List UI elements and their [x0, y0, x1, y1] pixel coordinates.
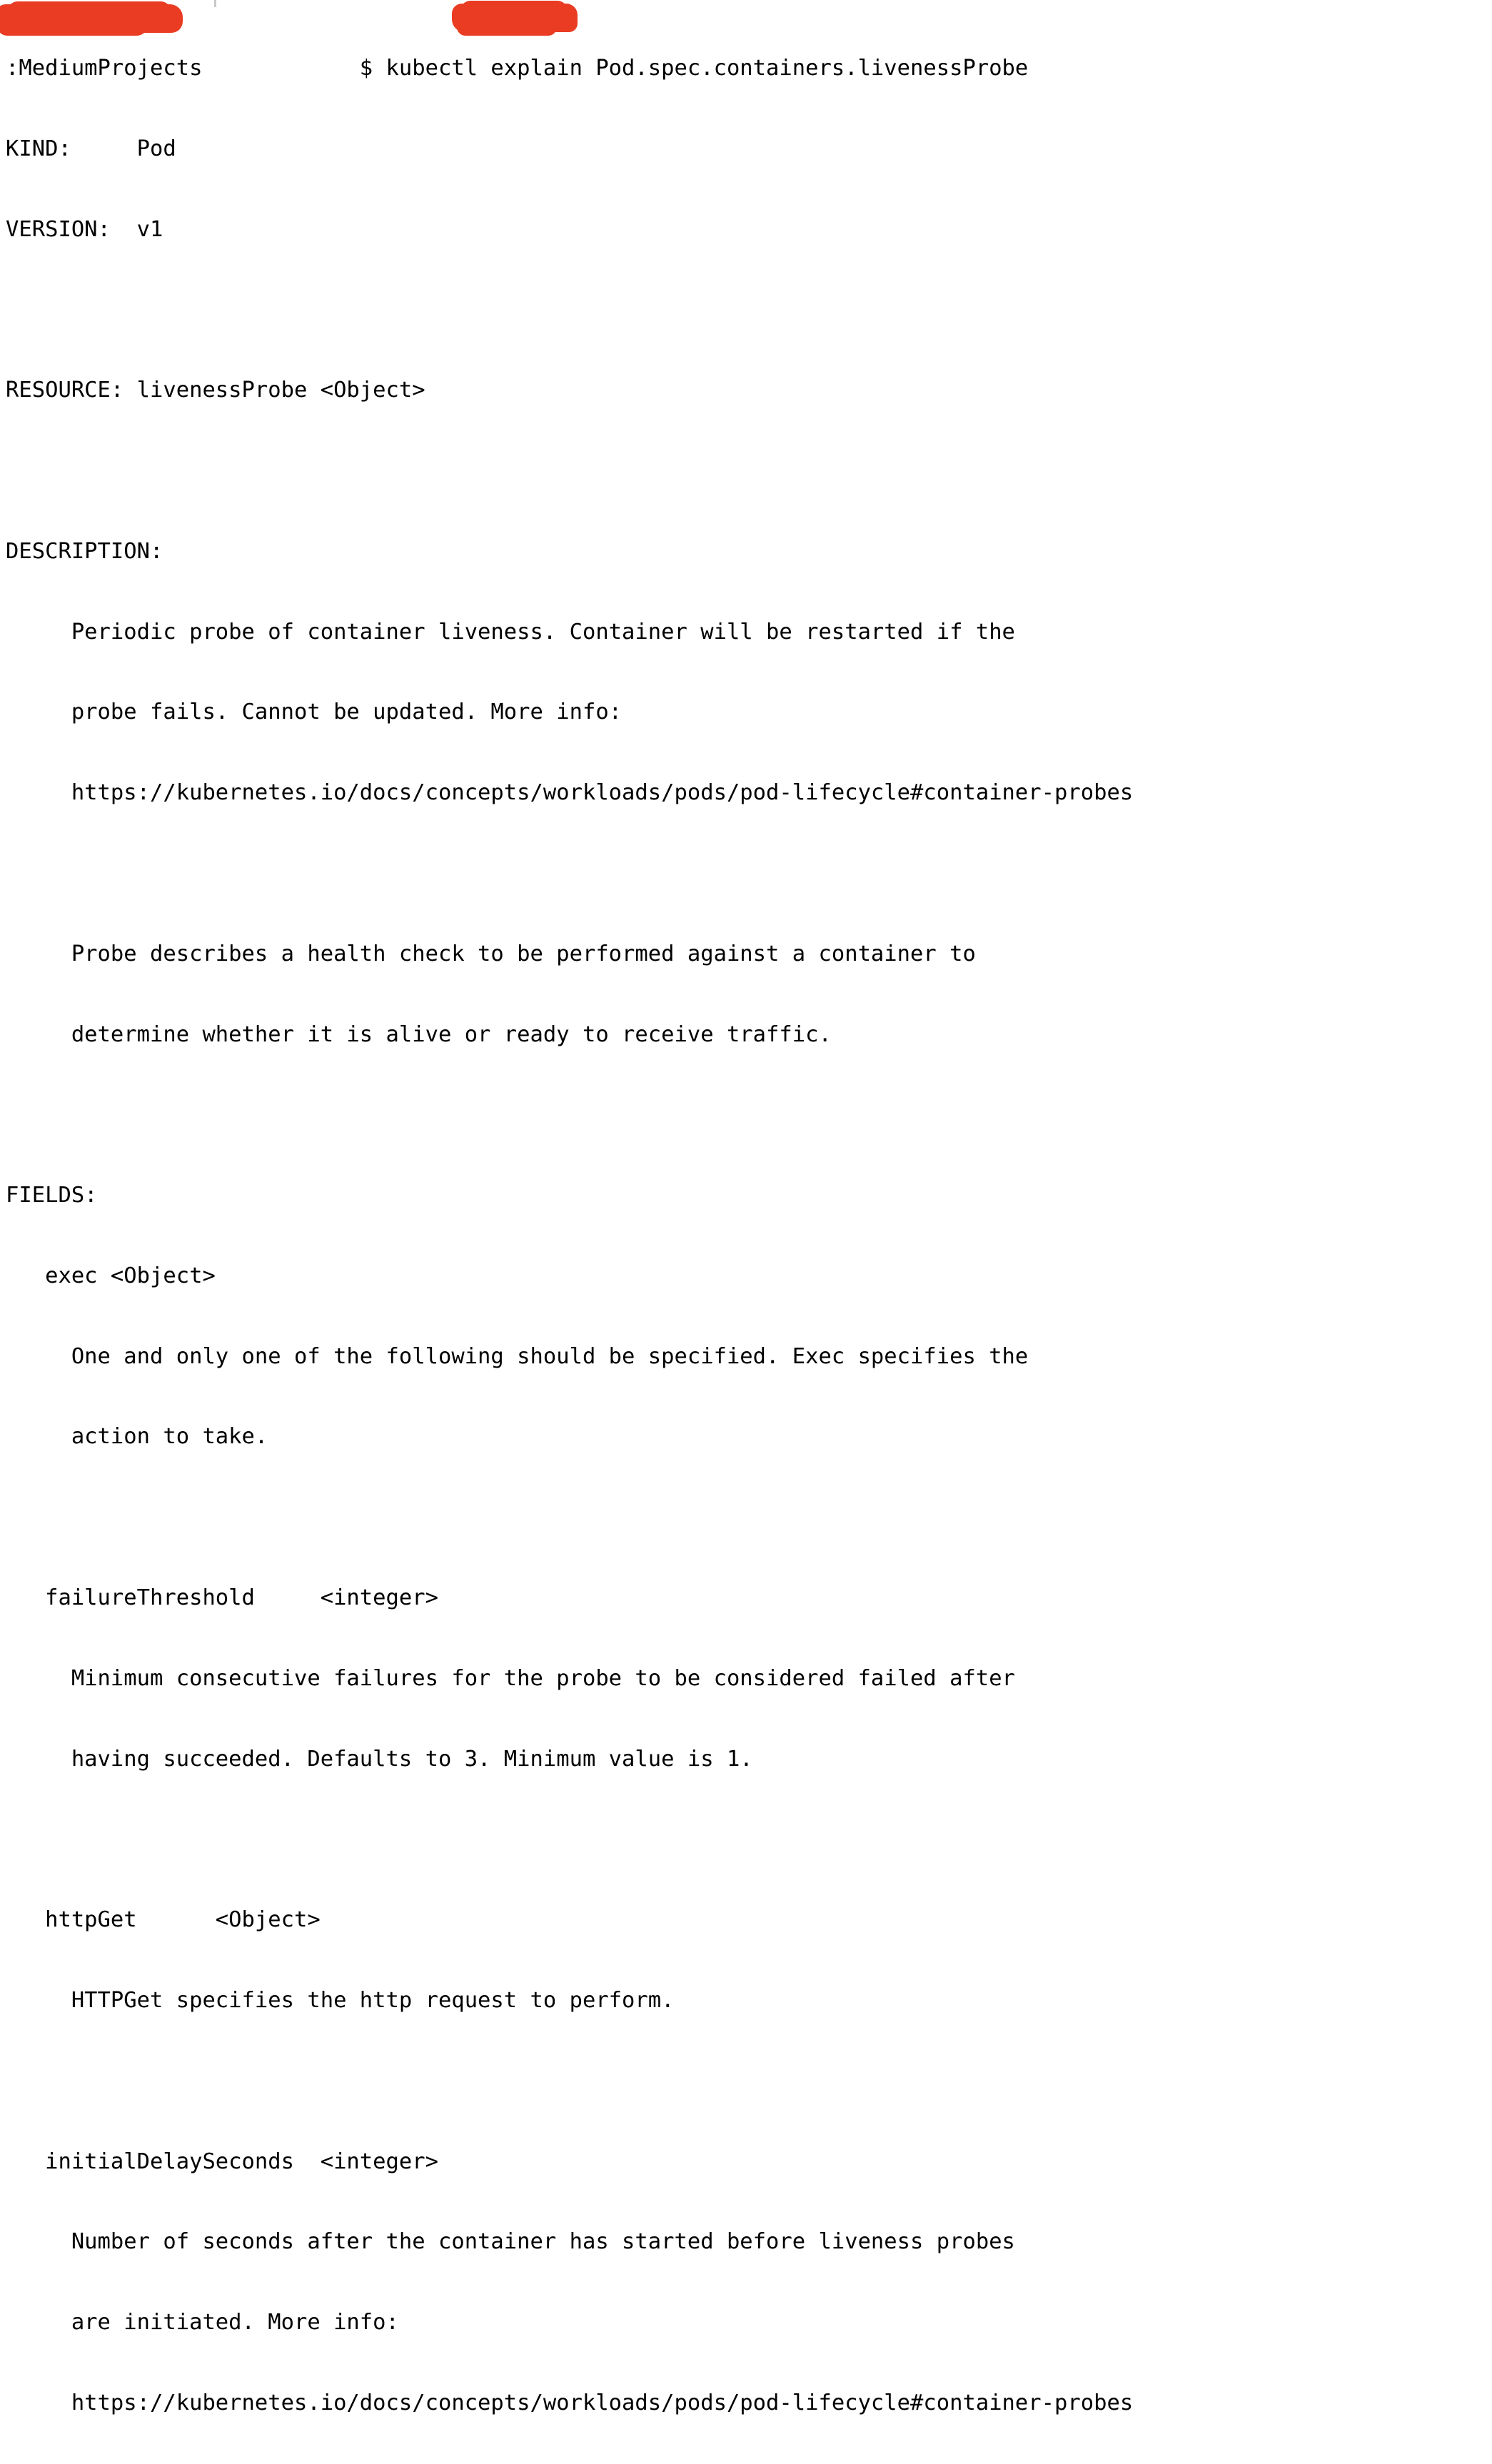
resource-line: RESOURCE: livenessProbe <Object> [6, 378, 425, 403]
field-initialdelayseconds-desc: are initiated. More info: [6, 2310, 399, 2336]
terminal-prompt-line: :MediumProjects $ kubectl explain Pod.sp… [6, 56, 1029, 81]
field-exec-desc: One and only one of the following should… [6, 1343, 1029, 1369]
field-initialdelayseconds-url[interactable]: https://kubernetes.io/docs/concepts/work… [6, 2390, 1492, 2417]
field-failurethreshold-desc: having succeeded. Defaults to 3. Minimum… [6, 1746, 753, 1772]
terminal-output[interactable]: :MediumProjects $ kubectl explain Pod.sp… [6, 1, 1492, 2464]
description-header: DESCRIPTION: [6, 538, 163, 564]
kind-line: KIND: Pod [6, 136, 176, 161]
description-url-line[interactable]: https://kubernetes.io/docs/concepts/work… [6, 779, 1492, 807]
fields-header: FIELDS: [6, 1183, 98, 1208]
field-exec-desc: action to take. [6, 1424, 268, 1450]
stray-caret-artifact [214, 0, 216, 7]
field-initialdelayseconds-name: initialDelaySeconds <integer> [6, 2149, 438, 2174]
redaction-stroke-user-host-bottom [0, 13, 147, 36]
description-text-line: probe fails. Cannot be updated. More inf… [6, 700, 622, 725]
field-failurethreshold-desc: Minimum consecutive failures for the pro… [6, 1665, 1015, 1691]
field-exec-name: exec <Object> [6, 1263, 216, 1288]
field-failurethreshold-name: failureThreshold <integer> [6, 1585, 438, 1611]
version-line: VERSION: v1 [6, 216, 163, 242]
field-httpget-name: httpGet <Object> [6, 1907, 321, 1933]
description-text-line: Probe describes a health check to be per… [6, 941, 976, 966]
description-text-line: determine whether it is alive or ready t… [6, 1021, 832, 1047]
terminal-window: :MediumProjects $ kubectl explain Pod.sp… [0, 0, 1492, 2415]
redaction-stroke-branch-bottom [457, 14, 557, 36]
field-initialdelayseconds-desc: Number of seconds after the container ha… [6, 2229, 1015, 2255]
field-httpget-desc: HTTPGet specifies the http request to pe… [6, 1987, 675, 2013]
description-text-line: Periodic probe of container liveness. Co… [6, 619, 1015, 645]
